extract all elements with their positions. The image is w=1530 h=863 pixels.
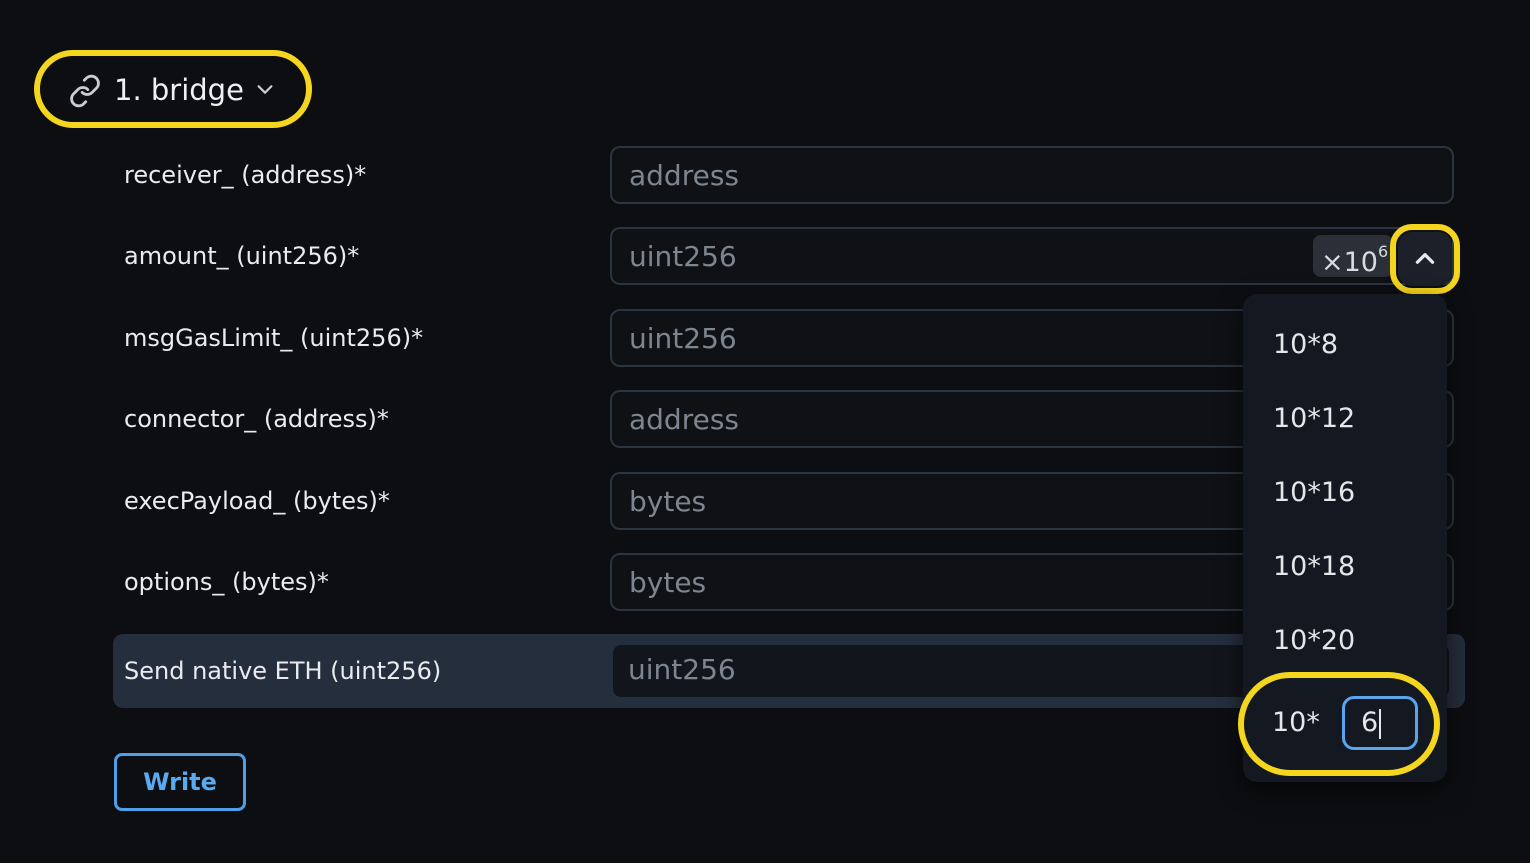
dropdown-option[interactable]: 10*8 (1273, 328, 1338, 362)
receiver-input[interactable]: address (610, 146, 1454, 204)
chevron-down-icon (257, 85, 273, 94)
native-eth-label: Send native ETH (uint256) (124, 657, 442, 685)
link-icon (70, 74, 100, 108)
dropdown-option[interactable]: 10*18 (1273, 550, 1355, 584)
msg-gas-limit-placeholder: uint256 (629, 322, 737, 355)
param-label-options: options_ (bytes)* (124, 568, 329, 596)
receiver-placeholder: address (629, 159, 740, 192)
param-label-exec-payload: execPayload_ (bytes)* (124, 487, 390, 515)
options-placeholder: bytes (629, 566, 707, 599)
multiplier-badge: ×106 (1313, 235, 1393, 278)
exec-payload-placeholder: bytes (629, 485, 707, 518)
param-label-connector: connector_ (address)* (124, 405, 389, 433)
multiplier-exponent: 6 (1377, 242, 1389, 261)
multiplier-base: ×10 (1321, 247, 1378, 278)
param-label-receiver: receiver_ (address)* (124, 161, 367, 189)
method-title: 1. bridge (114, 73, 244, 107)
method-header-bridge[interactable]: 1. bridge (34, 50, 312, 128)
dropdown-option[interactable]: 10*16 (1273, 476, 1355, 510)
native-eth-placeholder: uint256 (628, 653, 736, 686)
amount-placeholder: uint256 (629, 240, 737, 273)
custom-exponent-highlight (1238, 672, 1440, 776)
write-button[interactable]: Write (114, 753, 246, 811)
connector-placeholder: address (629, 403, 740, 436)
toggle-highlight (1390, 224, 1460, 294)
param-label-msg-gas-limit: msgGasLimit_ (uint256)* (124, 324, 424, 352)
dropdown-option[interactable]: 10*20 (1273, 624, 1355, 658)
param-label-amount: amount_ (uint256)* (124, 242, 360, 270)
dropdown-option[interactable]: 10*12 (1273, 402, 1355, 436)
